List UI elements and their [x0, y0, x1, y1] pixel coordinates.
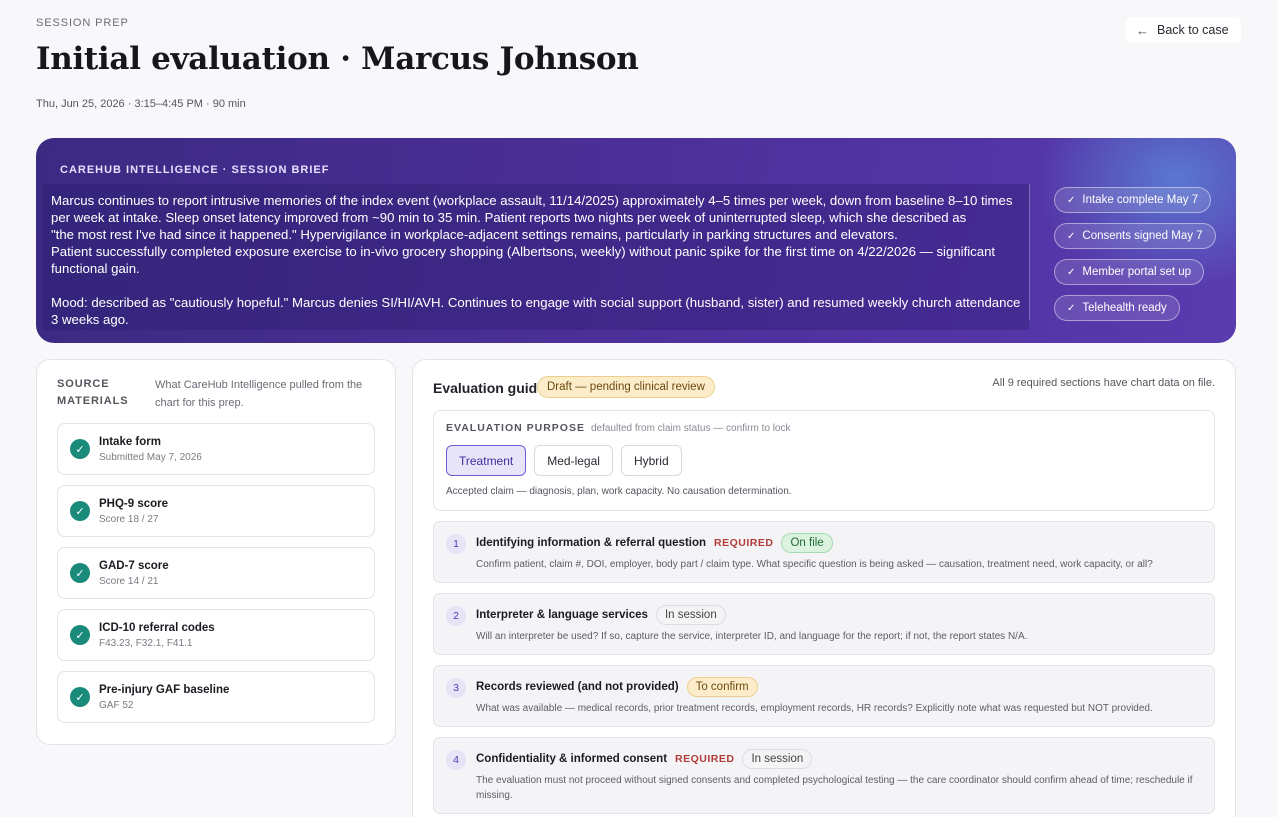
brief-divider: [1029, 184, 1030, 320]
source-detail: F43.23, F32.1, F41.1: [99, 637, 193, 649]
section-number: 2: [446, 606, 466, 626]
page-title: Initial evaluation · Marcus Johnson: [36, 41, 639, 77]
section-number: 4: [446, 750, 466, 770]
section-description: Confirm patient, claim #, DOI, employer,…: [476, 559, 1153, 570]
brief-text: Marcus continues to report intrusive mem…: [43, 184, 1029, 330]
evaluation-purpose: EVALUATION PURPOSE defaulted from claim s…: [433, 410, 1215, 511]
draft-status-badge: Draft — pending clinical review: [537, 376, 715, 398]
purpose-label: EVALUATION PURPOSE defaulted from claim s…: [446, 422, 791, 434]
section-title: Identifying information & referral quest…: [476, 537, 707, 549]
guide-note: All 9 required sections have chart data …: [992, 377, 1215, 389]
session-meta: Thu, Jun 25, 2026 · 3:15–4:45 PM · 90 mi…: [36, 98, 246, 110]
source-name: Pre-injury GAF baseline: [99, 683, 230, 696]
guide-sections: 1 Identifying information & referral que…: [433, 521, 1215, 817]
readiness-chip: ✓ Member portal set up: [1054, 259, 1205, 285]
check-circle-icon: ✓: [70, 625, 90, 645]
source-item[interactable]: ✓ PHQ-9 score Score 18 / 27: [57, 485, 375, 537]
purpose-label-text: EVALUATION PURPOSE: [446, 422, 585, 434]
brief-paragraph: Patient successfully completed exposure …: [51, 244, 996, 276]
source-item[interactable]: ✓ ICD-10 referral codes F43.23, F32.1, F4…: [57, 609, 375, 661]
guide-section[interactable]: 4 Confidentiality & informed consent REQ…: [433, 737, 1215, 814]
check-circle-icon: ✓: [70, 563, 90, 583]
purpose-option-treatment[interactable]: Treatment: [446, 445, 527, 476]
chip-label: Member portal set up: [1082, 266, 1192, 278]
chip-label: Intake complete May 7: [1082, 194, 1199, 206]
source-materials-description: What CareHub Intelligence pulled from th…: [155, 379, 363, 409]
source-name: GAD-7 score: [99, 559, 169, 572]
source-name: ICD-10 referral codes: [99, 621, 215, 634]
section-title: Confidentiality & informed consent: [476, 753, 668, 765]
back-to-case-label: Back to case: [1157, 23, 1229, 37]
required-tag: REQUIRED: [714, 537, 774, 549]
check-circle-icon: ✓: [70, 439, 90, 459]
source-item[interactable]: ✓ Intake form Submitted May 7, 2026: [57, 423, 375, 475]
status-badge: To confirm: [686, 677, 758, 697]
purpose-hint: defaulted from claim status — confirm to…: [590, 423, 791, 434]
required-tag: REQUIRED: [675, 753, 735, 765]
check-circle-icon: ✓: [70, 687, 90, 707]
purpose-option-med-legal[interactable]: Med-legal: [534, 445, 613, 476]
section-description: The evaluation must not proceed without …: [476, 775, 1193, 801]
brief-label: CAREHUB INTELLIGENCE · SESSION BRIEF: [60, 164, 330, 176]
session-brief: CAREHUB INTELLIGENCE · SESSION BRIEF Mar…: [36, 138, 1236, 343]
check-icon: ✓: [1067, 230, 1076, 242]
check-icon: ✓: [1067, 194, 1076, 206]
source-item[interactable]: ✓ GAD-7 score Score 14 / 21: [57, 547, 375, 599]
section-number: 3: [446, 678, 466, 698]
source-detail: Score 14 / 21: [99, 575, 159, 587]
check-icon: ✓: [1067, 266, 1076, 278]
purpose-options: Treatment Med-legal Hybrid: [446, 445, 682, 476]
source-detail: GAF 52: [99, 699, 134, 711]
source-item[interactable]: ✓ Pre-injury GAF baseline GAF 52: [57, 671, 375, 723]
evaluation-guide-panel: Evaluation guide Draft — pending clinica…: [412, 359, 1236, 817]
brief-paragraph: Marcus continues to report intrusive mem…: [51, 193, 1013, 242]
source-materials-panel: SOURCE MATERIALS What CareHub Intelligen…: [36, 359, 396, 745]
source-name: Intake form: [99, 435, 161, 448]
purpose-option-hybrid[interactable]: Hybrid: [620, 445, 682, 476]
section-description: Will an interpreter be used? If so, capt…: [476, 631, 1028, 642]
section-description: What was available — medical records, pr…: [476, 703, 1153, 714]
readiness-chip: ✓ Telehealth ready: [1054, 295, 1180, 321]
readiness-chip: ✓ Consents signed May 7: [1054, 223, 1216, 249]
source-list: ✓ Intake form Submitted May 7, 2026 ✓ PHQ…: [57, 423, 375, 733]
readiness-chip: ✓ Intake complete May 7: [1054, 187, 1212, 213]
section-title: Interpreter & language services: [476, 609, 648, 621]
chip-label: Telehealth ready: [1082, 302, 1167, 314]
status-badge: In session: [655, 605, 726, 625]
arrow-left-icon: ←: [1136, 22, 1149, 38]
chip-label: Consents signed May 7: [1082, 230, 1203, 242]
check-circle-icon: ✓: [70, 501, 90, 521]
brief-paragraph: Mood: described as "cautiously hopeful."…: [51, 295, 1021, 327]
source-materials-title: SOURCE MATERIALS: [57, 378, 129, 407]
guide-section[interactable]: 3 Records reviewed (and not provided) To…: [433, 665, 1215, 727]
section-title: Records reviewed (and not provided): [476, 681, 679, 693]
back-to-case-button[interactable]: ← Back to case: [1126, 17, 1241, 43]
page-eyebrow: SESSION PREP: [36, 17, 129, 29]
guide-section[interactable]: 1 Identifying information & referral que…: [433, 521, 1215, 583]
readiness-chips: ✓ Intake complete May 7 ✓ Consents signed …: [1054, 187, 1216, 321]
guide-section[interactable]: 2 Interpreter & language services In ses…: [433, 593, 1215, 655]
status-badge: In session: [742, 749, 813, 769]
check-icon: ✓: [1067, 302, 1076, 314]
purpose-description: Accepted claim — diagnosis, plan, work c…: [446, 486, 792, 497]
source-detail: Submitted May 7, 2026: [99, 451, 202, 463]
evaluation-guide-title: Evaluation guide: [433, 380, 546, 396]
status-badge: On file: [781, 533, 833, 553]
source-name: PHQ-9 score: [99, 497, 169, 510]
section-number: 1: [446, 534, 466, 554]
source-detail: Score 18 / 27: [99, 513, 159, 525]
